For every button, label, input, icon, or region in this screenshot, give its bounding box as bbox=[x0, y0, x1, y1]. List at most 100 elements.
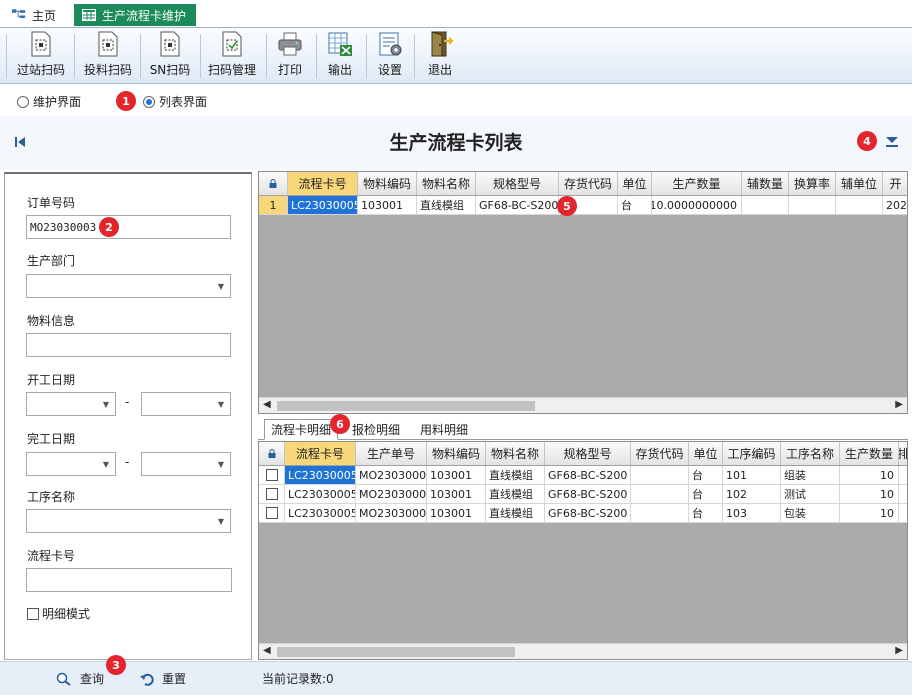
cell-qty[interactable]: 10 bbox=[840, 504, 899, 522]
reset-button[interactable]: 重置 bbox=[140, 670, 186, 687]
cell-process-code[interactable]: 101 bbox=[723, 466, 781, 484]
cell-process-name[interactable]: 包装 bbox=[781, 504, 840, 522]
cell-order-no[interactable]: MO23030003 bbox=[356, 466, 427, 484]
cell-material-name[interactable]: 直线模组 bbox=[486, 466, 545, 484]
finish-date-to[interactable]: ▼ bbox=[141, 452, 231, 476]
material-input[interactable] bbox=[26, 333, 231, 357]
scroll-left-icon[interactable]: ◀ bbox=[263, 645, 271, 656]
cell-extra[interactable] bbox=[899, 504, 907, 522]
row-checkbox[interactable] bbox=[259, 466, 285, 484]
dept-select[interactable]: ▼ bbox=[26, 274, 231, 298]
col-header[interactable]: 规格型号 bbox=[545, 442, 631, 465]
col-header[interactable]: 单位 bbox=[618, 172, 652, 195]
sn-scan-button[interactable]: SN扫码 bbox=[144, 30, 196, 82]
cell-process-name[interactable]: 测试 bbox=[781, 485, 840, 503]
tab-material-detail[interactable]: 用料明细 bbox=[414, 419, 474, 440]
cell-order-no[interactable]: MO23030003 bbox=[356, 485, 427, 503]
scroll-right-icon[interactable]: ▶ bbox=[895, 645, 903, 656]
scroll-left-icon[interactable]: ◀ bbox=[263, 399, 271, 410]
col-header[interactable]: 生产单号 bbox=[356, 442, 427, 465]
col-header[interactable]: 生产数量 bbox=[840, 442, 899, 465]
cell-material-code[interactable]: 103001 bbox=[427, 485, 486, 503]
tab-inspection-detail[interactable]: 报检明细 bbox=[346, 419, 406, 440]
cell-material-name[interactable]: 直线模组 bbox=[486, 485, 545, 503]
cell-extra[interactable] bbox=[899, 466, 907, 484]
card-number-input[interactable] bbox=[26, 568, 232, 592]
col-header[interactable]: 存货代码 bbox=[631, 442, 689, 465]
scroll-thumb[interactable] bbox=[277, 647, 515, 657]
col-header[interactable]: 物料编码 bbox=[427, 442, 486, 465]
settings-button[interactable]: 设置 bbox=[370, 30, 410, 82]
cell-material-name[interactable]: 直线模组 bbox=[486, 504, 545, 522]
cell-aux-unit[interactable] bbox=[836, 196, 883, 214]
cell-stock-code[interactable] bbox=[631, 504, 689, 522]
cell-material-name[interactable]: 直线模组 bbox=[417, 196, 476, 214]
cell-process-code[interactable]: 102 bbox=[723, 485, 781, 503]
cell-order-no[interactable]: MO23030003 bbox=[356, 504, 427, 522]
cell-qty[interactable]: 10 bbox=[840, 466, 899, 484]
exit-button[interactable]: 退出 bbox=[420, 30, 460, 82]
cell-material-code[interactable]: 103001 bbox=[427, 504, 486, 522]
finish-date-from[interactable]: ▼ bbox=[26, 452, 116, 476]
row-checkbox[interactable] bbox=[259, 485, 285, 503]
cell-qty[interactable]: 10.0000000000 bbox=[652, 196, 742, 214]
cell-card-no[interactable]: LC23030005 bbox=[285, 504, 356, 522]
col-header[interactable]: 工序编码 bbox=[723, 442, 781, 465]
cell-process-name[interactable]: 组装 bbox=[781, 466, 840, 484]
start-date-from[interactable]: ▼ bbox=[26, 392, 116, 416]
cell-card-no[interactable]: LC23030005 bbox=[288, 196, 358, 214]
col-header[interactable]: 辅数量 bbox=[742, 172, 789, 195]
start-date-to[interactable]: ▼ bbox=[141, 392, 231, 416]
station-scan-button[interactable]: 过站扫码 bbox=[12, 30, 70, 82]
table-row[interactable]: LC23030005 MO23030003 103001 直线模组 GF68-B… bbox=[259, 485, 907, 504]
tab-production-card[interactable]: 生产流程卡维护 bbox=[74, 4, 197, 26]
cell-spec[interactable]: GF68-BC-S200 bbox=[545, 466, 631, 484]
detail-grid-hscroll[interactable]: ◀ ▶ bbox=[259, 643, 907, 659]
col-header[interactable]: 物料名称 bbox=[486, 442, 545, 465]
col-header[interactable]: 单位 bbox=[689, 442, 723, 465]
scroll-right-icon[interactable]: ▶ bbox=[895, 399, 903, 410]
cell-process-code[interactable]: 103 bbox=[723, 504, 781, 522]
table-row[interactable]: LC23030005 MO23030003 103001 直线模组 GF68-B… bbox=[259, 504, 907, 523]
cell-extra[interactable] bbox=[899, 485, 907, 503]
col-header[interactable]: 规格型号 bbox=[476, 172, 559, 195]
row-checkbox[interactable] bbox=[259, 504, 285, 522]
process-name-select[interactable]: ▼ bbox=[26, 509, 231, 533]
radio-list-view[interactable]: 列表界面 bbox=[143, 93, 207, 110]
col-header[interactable]: 存货代码 bbox=[559, 172, 618, 195]
cell-unit[interactable]: 台 bbox=[618, 196, 652, 214]
cell-material-code[interactable]: 103001 bbox=[427, 466, 486, 484]
col-header[interactable]: 排 bbox=[899, 442, 907, 465]
print-button[interactable]: 打印 bbox=[270, 30, 310, 82]
cell-spec[interactable]: GF68-BC-S200 bbox=[545, 504, 631, 522]
feed-scan-button[interactable]: 投料扫码 bbox=[80, 30, 136, 82]
col-header[interactable]: 辅单位 bbox=[836, 172, 883, 195]
detail-mode-checkbox[interactable]: 明细模式 bbox=[27, 605, 90, 622]
scroll-thumb[interactable] bbox=[277, 401, 535, 411]
cell-unit[interactable]: 台 bbox=[689, 504, 723, 522]
cell-material-code[interactable]: 103001 bbox=[358, 196, 417, 214]
col-header[interactable]: 工序名称 bbox=[781, 442, 840, 465]
cell-stock-code[interactable] bbox=[631, 466, 689, 484]
col-header[interactable]: 生产数量 bbox=[652, 172, 742, 195]
main-grid-hscroll[interactable]: ◀ ▶ bbox=[259, 397, 907, 413]
cell-qty[interactable]: 10 bbox=[840, 485, 899, 503]
tab-home[interactable]: 主页 bbox=[4, 4, 64, 26]
scan-manage-button[interactable]: 扫码管理 bbox=[204, 30, 260, 82]
cell-start[interactable]: 2023 bbox=[883, 196, 907, 214]
cell-card-no[interactable]: LC23030005 bbox=[285, 466, 356, 484]
query-button[interactable]: 查询 bbox=[56, 670, 104, 687]
cell-rate[interactable] bbox=[789, 196, 836, 214]
cell-spec[interactable]: GF68-BC-S200 bbox=[545, 485, 631, 503]
export-button[interactable]: 输出 bbox=[320, 30, 360, 82]
tab-card-detail[interactable]: 流程卡明细 bbox=[264, 419, 339, 440]
col-header[interactable]: 流程卡号 bbox=[285, 442, 356, 465]
cell-unit[interactable]: 台 bbox=[689, 485, 723, 503]
cell-stock-code[interactable] bbox=[631, 485, 689, 503]
table-row[interactable]: 1 LC23030005 103001 直线模组 GF68-BC-S200 台 … bbox=[259, 196, 907, 215]
radio-maintain-view[interactable]: 维护界面 bbox=[17, 93, 81, 110]
col-header[interactable]: 开 bbox=[883, 172, 907, 195]
cell-card-no[interactable]: LC23030005 bbox=[285, 485, 356, 503]
collapse-down-icon[interactable] bbox=[885, 136, 899, 148]
col-header[interactable]: 物料编码 bbox=[358, 172, 417, 195]
